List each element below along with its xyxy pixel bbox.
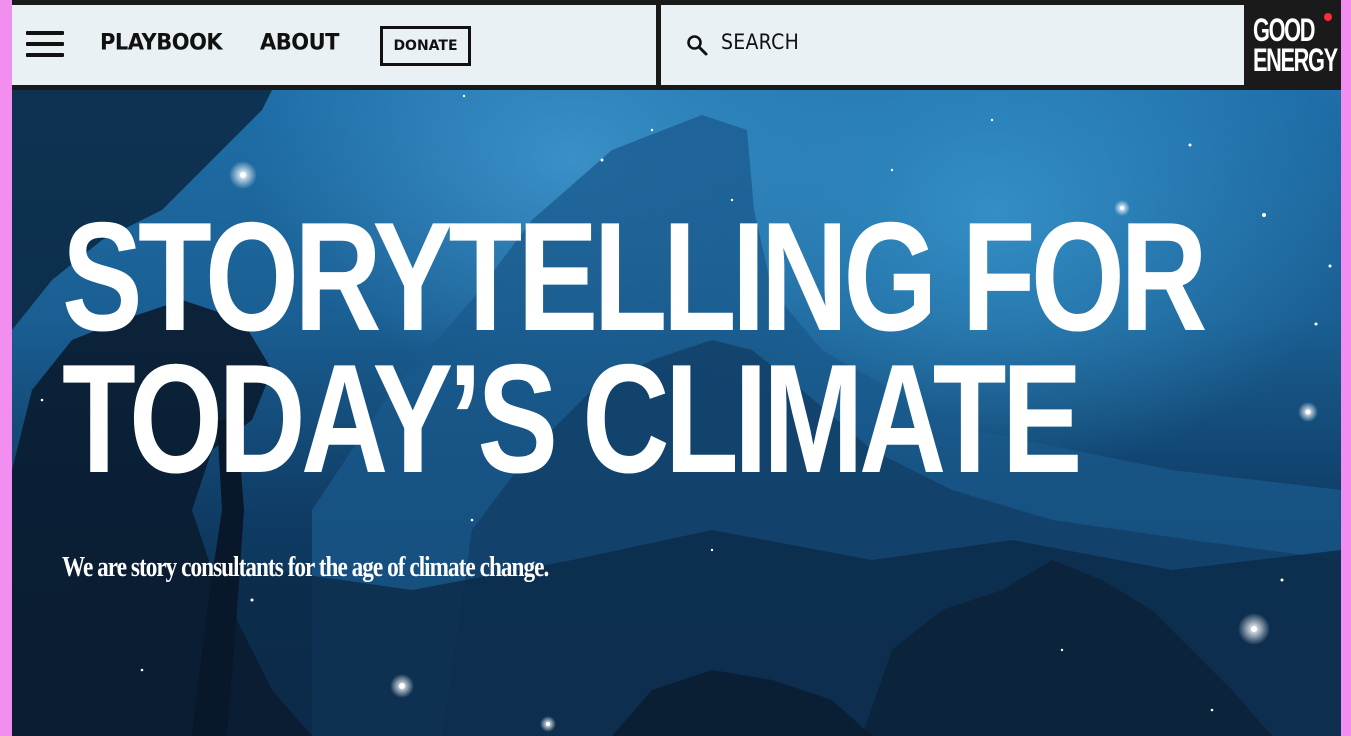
nav-link-playbook[interactable]: PLAYBOOK: [100, 29, 223, 54]
good-energy-logo[interactable]: GOOD ENERGY: [1245, 5, 1341, 85]
nav-menu-bar: PLAYBOOK ABOUT DONATE: [12, 5, 656, 85]
top-navigation: PLAYBOOK ABOUT DONATE SEARCH GOOD ENERGY: [12, 0, 1341, 90]
page-frame: PLAYBOOK ABOUT DONATE SEARCH GOOD ENERGY: [12, 0, 1341, 736]
search-icon: [687, 35, 708, 56]
donate-button[interactable]: DONATE: [380, 26, 471, 66]
logo-line-energy: ENERGY: [1253, 42, 1338, 78]
headline-line-1: STORYTELLING FOR: [62, 190, 1208, 363]
search-bar[interactable]: SEARCH: [661, 5, 1244, 85]
hero-section: STORYTELLING FOR TODAY’S CLIMATE We are …: [12, 90, 1341, 736]
logo-red-dot: [1324, 13, 1332, 21]
nav-link-about[interactable]: ABOUT: [260, 29, 340, 54]
headline-line-2: TODAY’S CLIMATE: [62, 332, 1082, 505]
search-label[interactable]: SEARCH: [721, 30, 799, 54]
hero-headline: STORYTELLING FOR TODAY’S CLIMATE: [62, 190, 1208, 505]
hamburger-menu-icon[interactable]: [26, 29, 64, 59]
logo-wordmark: GOOD ENERGY: [1253, 14, 1338, 78]
hero-subheading: We are story consultants for the age of …: [62, 551, 549, 583]
